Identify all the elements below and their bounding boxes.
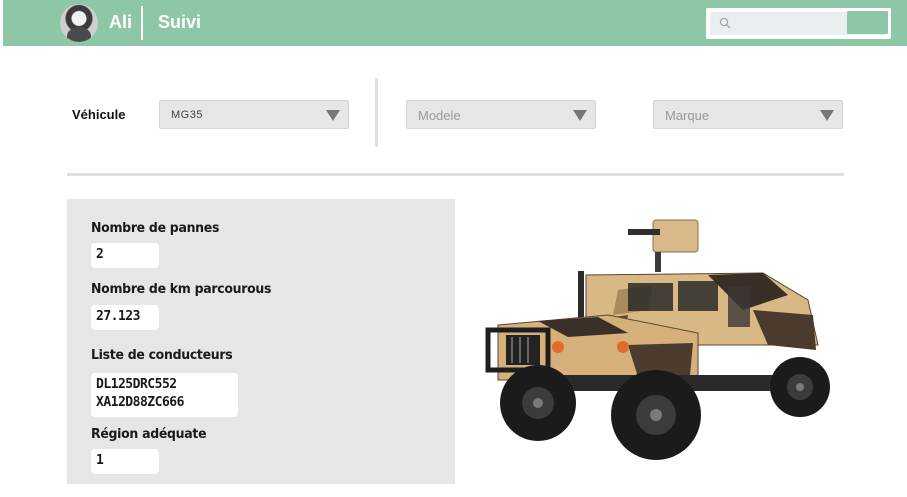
vehicle-image: KEOR [485,219,830,460]
km-value: 27.123 [96,309,140,324]
user-name: Ali [109,12,133,32]
modele-select[interactable]: Modele [406,100,596,129]
conducteur-item: DL125DRC552 [96,377,177,392]
vehicle-details-panel: Nombre de pannes 2 Nombre de km parcouro… [67,199,455,484]
header-divider [141,6,143,40]
search-button[interactable] [847,11,888,34]
vehicule-select-value: MG35 [171,109,203,121]
marque-select-value: Marque [665,108,710,123]
chevron-down-icon [573,110,587,121]
chevron-down-icon [326,110,340,121]
chevron-down-icon [820,110,834,121]
region-label: Région adéquate [91,425,207,442]
search-icon [719,17,731,29]
region-value: 1 [96,453,104,468]
pannes-field[interactable]: 2 [91,243,159,268]
modele-select-value: Modele [418,108,461,123]
vehicule-label: Véhicule [72,107,126,122]
search-input[interactable] [736,13,846,34]
conducteurs-label: Liste de conducteurs [91,346,233,363]
pannes-label: Nombre de pannes [91,219,220,236]
vehicule-select[interactable]: MG35 [159,100,349,129]
search-bar [706,8,891,39]
pannes-value: 2 [96,247,104,262]
top-header-bar: Ali Suivi [3,0,907,46]
km-label: Nombre de km parcourous [91,280,272,297]
marque-select[interactable]: Marque [653,100,843,129]
section-divider [67,173,844,176]
region-field[interactable]: 1 [91,449,159,474]
user-avatar[interactable] [60,4,98,42]
km-field[interactable]: 27.123 [91,305,159,330]
conducteurs-field[interactable]: DL125DRC552 XA12D88ZC666 [91,373,238,417]
conducteur-item: XA12D88ZC666 [96,395,184,410]
filter-vertical-divider [375,78,378,147]
suivi-nav-link[interactable]: Suivi [158,12,201,33]
